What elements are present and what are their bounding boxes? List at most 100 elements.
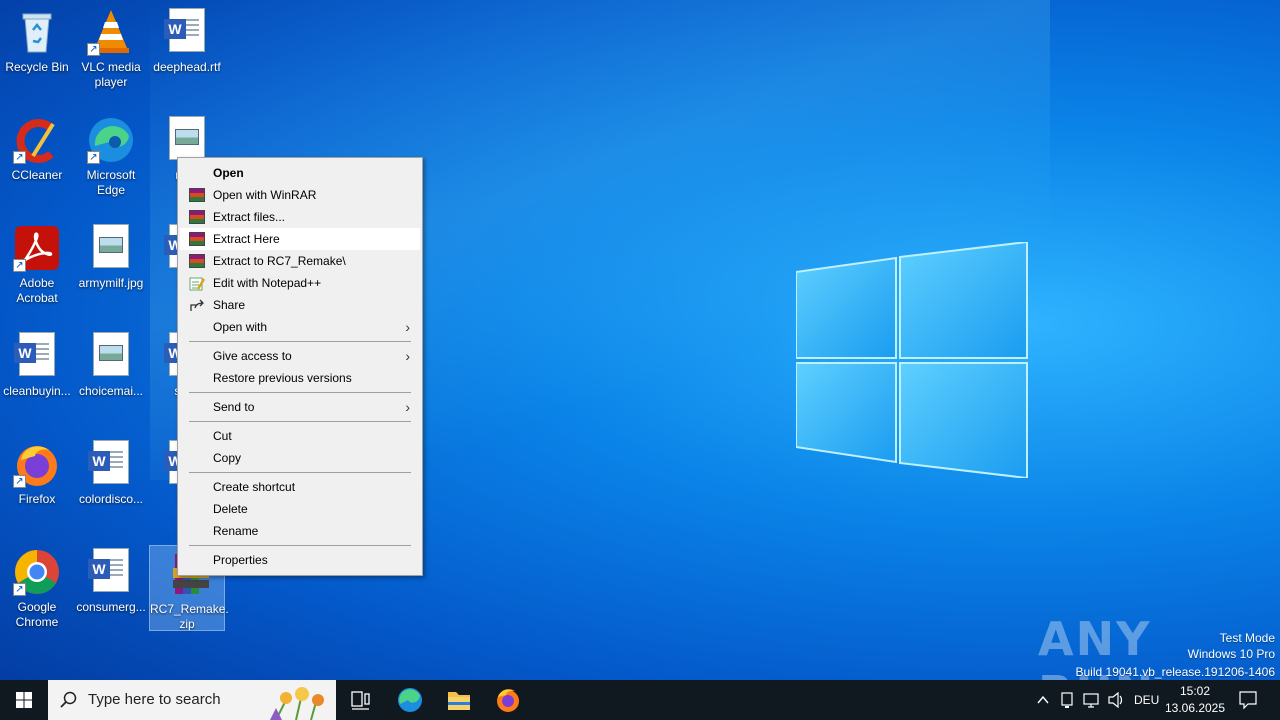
winrar-icon <box>189 188 205 202</box>
menu-item-open-with-winrar[interactable]: Open with WinRAR <box>180 184 420 206</box>
menu-item-cut[interactable]: Cut <box>180 425 420 447</box>
chevron-right-icon: › <box>405 348 410 364</box>
desktop-icon-choicemai[interactable]: choicemai... <box>74 328 148 399</box>
desktop-icon-recycle-bin[interactable]: Recycle Bin <box>0 4 74 75</box>
winrar-icon <box>189 210 205 224</box>
tray-clock[interactable]: 15:02 13.06.2025 <box>1160 683 1230 717</box>
shortcut-arrow-icon: ↗ <box>13 151 26 164</box>
task-view-icon <box>351 691 370 710</box>
chevron-right-icon: › <box>405 319 410 335</box>
taskbar-search-box[interactable]: Type here to search <box>48 680 336 720</box>
vlc-icon: ↗ <box>87 8 135 56</box>
image-file-icon <box>87 332 135 380</box>
network-icon <box>1083 693 1099 708</box>
folder-icon <box>448 692 470 710</box>
menu-item-restore-previous-versions[interactable]: Restore previous versions <box>180 367 420 389</box>
menu-item-send-to[interactable]: Send to › <box>180 396 420 418</box>
desktop-icon-firefox[interactable]: ↗ Firefox <box>0 436 74 507</box>
tray-network-button[interactable] <box>1082 680 1102 720</box>
image-file-icon <box>87 224 135 272</box>
firefox-icon: ↗ <box>13 440 61 488</box>
search-placeholder: Type here to search <box>88 691 221 708</box>
menu-item-rename[interactable]: Rename <box>180 520 420 542</box>
desktop-icon-consumerg[interactable]: W consumerg... <box>74 544 148 615</box>
desktop-icon-vlc[interactable]: ↗ VLC media player <box>74 4 148 90</box>
search-highlight-flowers-icon <box>270 687 324 720</box>
menu-separator <box>189 421 411 422</box>
desktop-icon-label: deephead.rtf <box>153 60 221 74</box>
watermark-build: Build 19041.vb_release.191206-1406 <box>1075 665 1276 679</box>
menu-item-open[interactable]: Open <box>180 162 420 184</box>
notepadpp-icon <box>189 276 206 291</box>
menu-item-extract-files[interactable]: Extract files... <box>180 206 420 228</box>
ccleaner-icon: ↗ <box>13 116 61 164</box>
winrar-icon <box>189 232 205 246</box>
task-view-button[interactable] <box>336 680 384 720</box>
clock-time: 15:02 <box>1179 684 1211 698</box>
menu-separator <box>189 341 411 342</box>
taskbar: Type here to search DEU 15:02 13.06.2025 <box>0 680 1280 720</box>
recycle-bin-icon <box>13 8 61 56</box>
desktop-icon-edge[interactable]: ↗ Microsoft Edge <box>74 112 148 198</box>
word-doc-icon: W <box>87 548 135 596</box>
context-menu: Open Open with WinRAR Extract files... E… <box>177 157 423 576</box>
taskbar-firefox-button[interactable] <box>484 680 532 720</box>
desktop-icon-armymilf-jpg[interactable]: armymilf.jpg <box>74 220 148 291</box>
shortcut-arrow-icon: ↗ <box>13 259 26 272</box>
tray-device-icon-button[interactable] <box>1058 680 1076 720</box>
desktop-icon-colordisco[interactable]: W colordisco... <box>74 436 148 507</box>
shortcut-arrow-icon: ↗ <box>13 583 26 596</box>
desktop-icon-adobe-acrobat[interactable]: ↗ Adobe Acrobat <box>0 220 74 306</box>
taskbar-file-explorer-button[interactable] <box>435 680 483 720</box>
start-button[interactable] <box>0 680 48 720</box>
menu-item-extract-here[interactable]: Extract Here <box>180 228 420 250</box>
menu-item-extract-to-folder[interactable]: Extract to RC7_Remake\ <box>180 250 420 272</box>
menu-item-delete[interactable]: Delete <box>180 498 420 520</box>
acrobat-icon: ↗ <box>13 224 61 272</box>
taskbar-edge-button[interactable] <box>386 680 434 720</box>
desktop-icon-ccleaner[interactable]: ↗ CCleaner <box>0 112 74 183</box>
windows-start-icon <box>16 692 32 708</box>
chrome-icon: ↗ <box>13 548 61 596</box>
desktop-icon-deephead-rtf[interactable]: W deephead.rtf <box>150 4 224 75</box>
desktop-icon-label: RC7_Remake. zip <box>150 602 229 631</box>
word-doc-icon: W <box>13 332 61 380</box>
menu-separator <box>189 392 411 393</box>
menu-item-open-with[interactable]: Open with › <box>180 316 420 338</box>
tray-show-hidden-icons[interactable] <box>1034 680 1052 720</box>
desktop-icon-label: VLC media player <box>81 60 141 89</box>
desktop-icon-label: choicemai... <box>78 384 144 398</box>
chevron-up-icon <box>1037 695 1049 704</box>
desktop-icon-label: Recycle Bin <box>5 60 69 74</box>
word-doc-icon: W <box>87 440 135 488</box>
watermark-windows-edition: Windows 10 Pro <box>1187 647 1275 661</box>
volume-icon <box>1108 691 1123 709</box>
tray-volume-button[interactable] <box>1106 680 1126 720</box>
search-icon <box>60 691 77 708</box>
desktop-icon-label: Google Chrome <box>15 600 59 629</box>
menu-item-copy[interactable]: Copy <box>180 447 420 469</box>
action-center-button[interactable] <box>1236 680 1260 720</box>
edge-icon <box>398 688 422 712</box>
menu-item-edit-with-notepadpp[interactable]: Edit with Notepad++ <box>180 272 420 294</box>
menu-item-give-access-to[interactable]: Give access to › <box>180 345 420 367</box>
menu-item-create-shortcut[interactable]: Create shortcut <box>180 476 420 498</box>
desktop-icon-label: CCleaner <box>11 168 63 182</box>
menu-item-properties[interactable]: Properties <box>180 549 420 571</box>
menu-separator <box>189 472 411 473</box>
edge-icon: ↗ <box>87 116 135 164</box>
firefox-icon <box>497 689 519 712</box>
shortcut-arrow-icon: ↗ <box>87 43 100 56</box>
desktop-icon-label: Firefox <box>18 492 56 506</box>
chevron-right-icon: › <box>405 399 410 415</box>
windows-logo-wallpaper <box>796 242 1028 478</box>
desktop-icon-google-chrome[interactable]: ↗ Google Chrome <box>0 544 74 630</box>
tray-input-language[interactable]: DEU <box>1134 680 1159 720</box>
notification-icon <box>1239 691 1257 710</box>
menu-separator <box>189 545 411 546</box>
desktop-icon-label: Microsoft Edge <box>86 168 136 197</box>
desktop-icon-label: colordisco... <box>78 492 144 506</box>
menu-item-share[interactable]: Share <box>180 294 420 316</box>
desktop-icon-cleanbuyin[interactable]: W cleanbuyin... <box>0 328 74 399</box>
shortcut-arrow-icon: ↗ <box>87 151 100 164</box>
